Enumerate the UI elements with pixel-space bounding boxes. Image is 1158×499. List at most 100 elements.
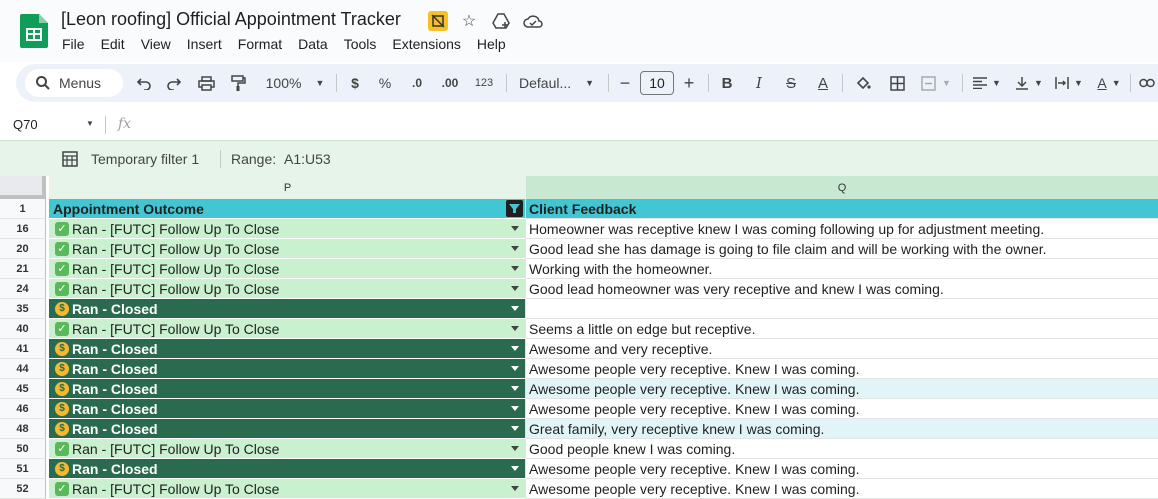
outcome-cell[interactable]: ✓ Ran - [FUTC] Follow Up To Close (49, 259, 526, 279)
menu-data[interactable]: Data (290, 35, 336, 53)
cloud-status-icon[interactable] (522, 10, 544, 32)
outcome-cell[interactable]: $ Ran - Closed (49, 399, 526, 419)
feedback-cell[interactable]: Awesome people very receptive. Knew I wa… (526, 459, 1158, 479)
row-number[interactable]: 44 (0, 359, 46, 379)
row-number[interactable]: 45 (0, 379, 46, 399)
merge-cells-icon[interactable]: ▼ (918, 64, 954, 102)
dropdown-arrow-icon[interactable] (511, 406, 519, 411)
decrease-font-size-button[interactable]: − (616, 64, 634, 102)
column-header-p[interactable]: P (49, 176, 527, 200)
text-rotation-icon[interactable]: A ▼ (1092, 64, 1126, 102)
row-number[interactable]: 46 (0, 399, 46, 419)
outcome-cell[interactable]: $ Ran - Closed (49, 299, 526, 319)
row-number[interactable]: 40 (0, 319, 46, 339)
menu-view[interactable]: View (133, 35, 179, 53)
dropdown-arrow-icon[interactable] (511, 386, 519, 391)
fill-color-icon[interactable] (852, 64, 874, 102)
redo-icon[interactable] (162, 64, 186, 102)
chevron-down-icon[interactable]: ▼ (86, 119, 94, 128)
dropdown-arrow-icon[interactable] (511, 466, 519, 471)
menu-edit[interactable]: Edit (93, 35, 133, 53)
increase-font-size-button[interactable]: + (680, 64, 698, 102)
move-to-drive-icon[interactable] (490, 10, 512, 32)
menu-insert[interactable]: Insert (179, 35, 230, 53)
feedback-cell[interactable]: Awesome people very receptive. Knew I wa… (526, 479, 1158, 499)
no-access-badge-icon[interactable] (428, 11, 448, 31)
align-left-icon[interactable]: ▼ (970, 64, 1004, 102)
document-title[interactable]: [Leon roofing] Official Appointment Trac… (61, 9, 401, 30)
text-wrapping-icon[interactable]: ▼ (1052, 64, 1086, 102)
range-value[interactable]: A1:U53 (284, 151, 331, 167)
bold-button[interactable]: B (716, 64, 738, 102)
outcome-cell[interactable]: ✓ Ran - [FUTC] Follow Up To Close (49, 479, 526, 499)
dropdown-arrow-icon[interactable] (511, 326, 519, 331)
feedback-cell[interactable]: Awesome people very receptive. Knew I wa… (526, 379, 1158, 399)
dropdown-arrow-icon[interactable] (511, 266, 519, 271)
feedback-cell[interactable]: Awesome people very receptive. Knew I wa… (526, 359, 1158, 379)
row-number[interactable]: 41 (0, 339, 46, 359)
sheets-logo-icon[interactable] (20, 14, 48, 48)
row-number[interactable]: 48 (0, 419, 46, 439)
strikethrough-button[interactable]: S (780, 64, 802, 102)
insert-link-icon[interactable] (1136, 64, 1158, 102)
dropdown-arrow-icon[interactable] (511, 426, 519, 431)
outcome-cell[interactable]: ✓ Ran - [FUTC] Follow Up To Close (49, 219, 526, 239)
borders-icon[interactable] (886, 64, 908, 102)
italic-button[interactable]: I (748, 64, 770, 102)
row-number[interactable]: 35 (0, 299, 46, 319)
vertical-align-icon[interactable]: ▼ (1012, 64, 1046, 102)
menu-help[interactable]: Help (469, 35, 514, 53)
feedback-cell[interactable]: Homeowner was receptive knew I was comin… (526, 219, 1158, 239)
search-menus-button[interactable]: Menus (25, 69, 123, 97)
feedback-cell[interactable]: Good lead homeowner was very receptive a… (526, 279, 1158, 299)
increase-decimal-button[interactable]: .00 (436, 64, 464, 102)
row-number[interactable]: 21 (0, 259, 46, 279)
feedback-cell[interactable]: Awesome people very receptive. Knew I wa… (526, 399, 1158, 419)
more-formats-button[interactable]: 123 (470, 64, 498, 102)
paint-format-icon[interactable] (226, 64, 250, 102)
dropdown-arrow-icon[interactable] (511, 226, 519, 231)
outcome-cell[interactable]: ✓ Ran - [FUTC] Follow Up To Close (49, 239, 526, 259)
row-number[interactable]: 20 (0, 239, 46, 259)
header-cell-client-feedback[interactable]: Client Feedback (526, 199, 1158, 219)
dropdown-arrow-icon[interactable] (511, 286, 519, 291)
dropdown-arrow-icon[interactable] (511, 446, 519, 451)
print-icon[interactable] (194, 64, 218, 102)
percent-format-button[interactable]: % (374, 64, 396, 102)
feedback-cell[interactable] (526, 299, 1158, 319)
feedback-cell[interactable]: Good lead she has damage is going to fil… (526, 239, 1158, 259)
feedback-cell[interactable]: Great family, very receptive knew I was … (526, 419, 1158, 439)
menu-tools[interactable]: Tools (336, 35, 385, 53)
row-number[interactable]: 51 (0, 459, 46, 479)
column-header-q[interactable]: Q (526, 176, 1158, 200)
filter-icon[interactable] (506, 200, 523, 217)
font-size-input[interactable]: 10 (640, 71, 674, 95)
dropdown-arrow-icon[interactable] (511, 346, 519, 351)
star-icon[interactable]: ☆ (458, 10, 480, 32)
dropdown-arrow-icon[interactable] (511, 246, 519, 251)
row-number[interactable]: 50 (0, 439, 46, 459)
outcome-cell[interactable]: $ Ran - Closed (49, 459, 526, 479)
menu-file[interactable]: File (54, 35, 93, 53)
feedback-cell[interactable]: Seems a little on edge but receptive. (526, 319, 1158, 339)
header-cell-appointment-outcome[interactable]: Appointment Outcome (49, 199, 526, 219)
feedback-cell[interactable]: Working with the homeowner. (526, 259, 1158, 279)
outcome-cell[interactable]: $ Ran - Closed (49, 419, 526, 439)
dropdown-arrow-icon[interactable] (511, 306, 519, 311)
dropdown-arrow-icon[interactable] (511, 366, 519, 371)
row-number[interactable]: 24 (0, 279, 46, 299)
row-number[interactable]: 52 (0, 479, 46, 499)
text-color-button[interactable]: A (812, 64, 834, 102)
decrease-decimal-button[interactable]: .0 (404, 64, 430, 102)
undo-icon[interactable] (132, 64, 156, 102)
outcome-cell[interactable]: $ Ran - Closed (49, 359, 526, 379)
outcome-cell[interactable]: $ Ran - Closed (49, 339, 526, 359)
outcome-cell[interactable]: ✓ Ran - [FUTC] Follow Up To Close (49, 279, 526, 299)
outcome-cell[interactable]: ✓ Ran - [FUTC] Follow Up To Close (49, 439, 526, 459)
row-number[interactable]: 16 (0, 219, 46, 239)
zoom-select[interactable]: 100% ▼ (260, 64, 330, 102)
filter-name[interactable]: Temporary filter 1 (91, 151, 199, 167)
currency-format-button[interactable]: $ (344, 64, 366, 102)
outcome-cell[interactable]: $ Ran - Closed (49, 379, 526, 399)
select-all-corner[interactable] (0, 176, 46, 199)
